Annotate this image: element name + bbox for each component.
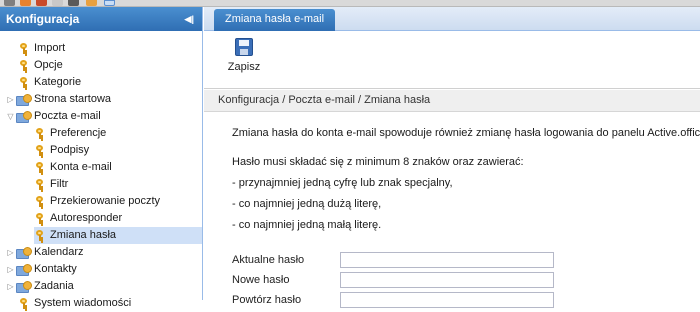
sidebar-item-preferencje[interactable]: Preferencje (0, 125, 202, 142)
rule-item: - przynajmniej jedną cyfrę lub znak spec… (232, 177, 453, 189)
tab-label: Zmiana hasła e-mail (225, 13, 325, 25)
config-tree: Import Opcje Kategorie ▷ Strona startowa ▽ Poc… (0, 31, 202, 312)
sidebar-item-label: Filtr (50, 178, 69, 190)
expanded-arrow-icon[interactable]: ▽ (6, 112, 15, 121)
sidebar-item-kontakty[interactable]: ▷ Kontakty (0, 261, 202, 278)
collapsed-arrow-icon[interactable]: ▷ (6, 248, 15, 257)
sidebar-item-label: Poczta e-mail (34, 110, 101, 122)
sidebar-item-label: Zmiana hasła (50, 229, 117, 241)
sidebar-item-label: Preferencje (50, 127, 107, 139)
sidebar-item-label: Przekierowanie poczty (50, 195, 161, 207)
toolbar-icon-2[interactable] (20, 0, 31, 6)
folder-settings-icon (16, 281, 32, 293)
double-chevron-left-icon[interactable]: ◀| (185, 7, 194, 31)
sidebar-item-label: Konta e-mail (50, 161, 112, 173)
collapsed-arrow-icon[interactable]: ▷ (6, 95, 15, 104)
tab-zmiana-hasla[interactable]: Zmiana hasła e-mail (214, 9, 336, 31)
key-icon (36, 128, 45, 139)
current-password-input[interactable] (340, 252, 554, 268)
repeat-password-input[interactable] (340, 292, 554, 308)
key-icon (36, 196, 45, 207)
folder-settings-icon (16, 94, 32, 106)
save-button[interactable]: Zapisz (224, 38, 264, 80)
tab-bar: Zmiana hasła e-mail (204, 7, 700, 31)
sidebar-item-kategorie[interactable]: Kategorie (0, 74, 202, 91)
sidebar-item-label: Strona startowa (34, 93, 112, 105)
sidebar-item-zadania[interactable]: ▷ Zadania (0, 278, 202, 295)
key-icon (36, 179, 45, 190)
sidebar-item-label: Kalendarz (34, 246, 84, 258)
sidebar-title: Konfiguracja (6, 12, 80, 26)
sidebar-item-label: Podpisy (50, 144, 90, 156)
sidebar-item-system-wiadomości[interactable]: System wiadomości (0, 295, 202, 312)
key-icon (36, 230, 45, 241)
sidebar-item-zmiana-hasła[interactable]: Zmiana hasła (0, 227, 202, 244)
toolbar-icon-3[interactable] (36, 0, 47, 6)
sidebar-item-konta-e-mail[interactable]: Konta e-mail (0, 159, 202, 176)
rule-item: - co najmniej jedną małą literę. (232, 219, 382, 231)
sidebar-item-label: Autoresponder (50, 212, 123, 224)
toolbar-icon-1[interactable] (4, 0, 15, 6)
folder-settings-icon (16, 111, 32, 123)
new-password-input[interactable] (340, 272, 554, 288)
top-toolbar-strip (0, 0, 700, 7)
sidebar-item-label: Kontakty (34, 263, 77, 275)
sidebar-item-label: Zadania (34, 280, 74, 292)
floppy-disk-icon (235, 38, 253, 56)
sidebar-item-label: Opcje (34, 59, 63, 71)
folder-settings-icon (16, 247, 32, 259)
sidebar-item-kalendarz[interactable]: ▷ Kalendarz (0, 244, 202, 261)
key-icon (36, 162, 45, 173)
sidebar-item-podpisy[interactable]: Podpisy (0, 142, 202, 159)
sidebar-item-poczta-e-mail[interactable]: ▽ Poczta e-mail (0, 108, 202, 125)
password-change-form: Zmiana hasła do konta e-mail spowoduje r… (204, 113, 700, 308)
sidebar-item-label: System wiadomości (34, 297, 132, 309)
sidebar-item-autoresponder[interactable]: Autoresponder (0, 210, 202, 227)
toolbar-icon-7[interactable] (104, 0, 115, 6)
current-password-label: Aktualne hasło (232, 254, 305, 266)
toolbar-icon-6[interactable] (86, 0, 97, 6)
folder-settings-icon (16, 264, 32, 276)
main-panel: Zmiana hasła e-mail Zapisz Konfiguracja … (204, 7, 700, 308)
key-icon (20, 77, 29, 88)
sidebar-item-filtr[interactable]: Filtr (0, 176, 202, 193)
collapsed-arrow-icon[interactable]: ▷ (6, 282, 15, 291)
sidebar-header: Konfiguracja ◀| (0, 7, 202, 31)
new-password-label: Nowe hasło (232, 274, 290, 286)
sidebar-item-przekierowanie-poczty[interactable]: Przekierowanie poczty (0, 193, 202, 210)
key-icon (20, 43, 29, 54)
toolbar-icon-5[interactable] (68, 0, 79, 6)
sidebar-item-label: Import (34, 42, 66, 54)
rule-item: - co najmniej jedną dużą literę, (232, 198, 382, 210)
key-icon (36, 145, 45, 156)
rules-title: Hasło musi składać się z minimum 8 znakó… (232, 156, 524, 168)
save-button-label: Zapisz (227, 61, 261, 73)
repeat-password-label: Powtórz hasło (232, 294, 302, 306)
sidebar-item-opcje[interactable]: Opcje (0, 57, 202, 74)
sidebar: Konfiguracja ◀| Import Opcje Kategorie ▷ Str… (0, 7, 203, 309)
key-icon (36, 213, 45, 224)
action-toolbar: Zapisz (204, 31, 700, 89)
key-icon (20, 60, 29, 71)
collapsed-arrow-icon[interactable]: ▷ (6, 265, 15, 274)
sidebar-item-import[interactable]: Import (0, 40, 202, 57)
toolbar-icon-4[interactable] (52, 0, 63, 6)
intro-text: Zmiana hasła do konta e-mail spowoduje r… (232, 127, 700, 139)
sidebar-item-label: Kategorie (34, 76, 82, 88)
sidebar-item-strona-startowa[interactable]: ▷ Strona startowa (0, 91, 202, 108)
breadcrumb: Konfiguracja / Poczta e-mail / Zmiana ha… (204, 90, 700, 112)
